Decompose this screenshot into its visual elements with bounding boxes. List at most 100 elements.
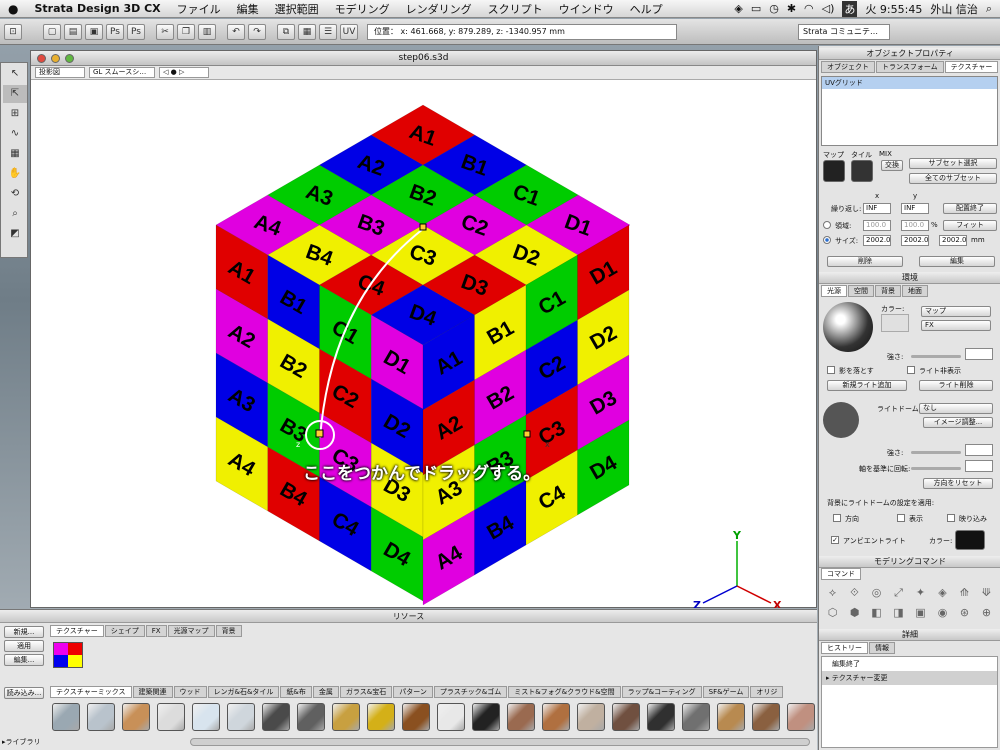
light-hide-checkbox[interactable]: [907, 366, 915, 374]
tab-ground[interactable]: 地面: [902, 285, 928, 297]
material-swatch[interactable]: [682, 703, 710, 731]
zoom-slider[interactable]: ◁ ● ▷: [159, 67, 209, 78]
tab-lightmap[interactable]: 光源マップ: [167, 625, 215, 637]
app-menu[interactable]: Strata Design 3D CX: [26, 2, 168, 15]
wifi-icon[interactable]: ◠: [804, 2, 814, 15]
modeling-command-icon[interactable]: ▣: [911, 604, 930, 621]
history-item-current[interactable]: ▸ テクスチャー変更: [822, 671, 997, 685]
modeling-command-icon[interactable]: ⟱: [977, 584, 996, 601]
area-x-input[interactable]: 100.0: [863, 220, 891, 231]
view-mode-select[interactable]: 投影図: [35, 67, 85, 78]
modeling-command-icon[interactable]: ⤢: [889, 584, 908, 601]
category-tab[interactable]: 建築関連: [132, 686, 173, 698]
category-tab[interactable]: ミスト&フォグ&クラウド&空間: [508, 686, 621, 698]
modeling-command-icon[interactable]: ⟐: [845, 584, 864, 601]
size-x-input[interactable]: 2002.0: [863, 235, 891, 246]
reset-direction-button[interactable]: 方向をリセット: [923, 478, 993, 489]
light-sphere[interactable]: [823, 302, 873, 352]
material-swatch[interactable]: [752, 703, 780, 731]
material-swatch[interactable]: [87, 703, 115, 731]
zoom-icon[interactable]: [65, 54, 74, 63]
rotate-axis-slider[interactable]: [911, 467, 961, 470]
uv-icon[interactable]: UV: [340, 23, 358, 40]
material-swatch[interactable]: [192, 703, 220, 731]
map-sphere-icon[interactable]: [823, 160, 845, 182]
material-swatch[interactable]: [332, 703, 360, 731]
menu-modeling[interactable]: モデリング: [327, 1, 398, 17]
modeling-command-icon[interactable]: ⟰: [955, 584, 974, 601]
modeling-command-icon[interactable]: ✦: [911, 584, 930, 601]
light-dome-select[interactable]: なし: [919, 403, 993, 414]
edit-button[interactable]: 編集: [919, 256, 995, 267]
duplicate-icon[interactable]: ⧉: [277, 23, 295, 40]
photoshop-export-icon[interactable]: Ps: [127, 23, 145, 40]
area-y-input[interactable]: 100.0: [901, 220, 929, 231]
new-resource-button[interactable]: 新規...: [4, 626, 44, 638]
reflection-checkbox[interactable]: [947, 514, 955, 522]
tab-texture-props[interactable]: テクスチャー: [944, 61, 999, 73]
cube-render[interactable]: A4A3A2A1B4B3B2B1C4C3C2C1D4D3D2D1A1B1C1D1…: [31, 81, 816, 612]
modeling-command-icon[interactable]: ⬢: [845, 604, 864, 621]
modeling-command-icon[interactable]: ⬡: [823, 604, 842, 621]
modeling-command-icon[interactable]: ⊕: [977, 604, 996, 621]
spotlight-icon[interactable]: ⌕: [986, 2, 992, 16]
modeling-command-icon[interactable]: ◉: [933, 604, 952, 621]
paste-icon[interactable]: ▥: [198, 23, 216, 40]
material-swatch[interactable]: [52, 703, 80, 731]
material-swatch[interactable]: [437, 703, 465, 731]
swap-button[interactable]: 交換: [881, 160, 903, 171]
tab-transform[interactable]: トランスフォーム: [876, 61, 944, 73]
repeat-y-input[interactable]: INF: [901, 203, 929, 214]
light-fx-select[interactable]: FX: [921, 320, 991, 331]
category-tab[interactable]: ガラス&宝石: [339, 686, 393, 698]
strength-input[interactable]: [965, 348, 993, 360]
tab-background[interactable]: 背景: [215, 625, 242, 637]
history-item[interactable]: 編集終了: [822, 657, 997, 671]
texture-list[interactable]: UVグリッド: [821, 76, 998, 146]
material-swatch[interactable]: [507, 703, 535, 731]
ambient-color-swatch[interactable]: [955, 530, 985, 550]
category-tab[interactable]: ウッド: [173, 686, 207, 698]
tab-info[interactable]: 情報: [869, 642, 895, 654]
size-z-input[interactable]: 2002.0: [939, 235, 967, 246]
minimize-icon[interactable]: [51, 54, 60, 63]
area-radio[interactable]: [823, 221, 831, 229]
material-swatch[interactable]: [297, 703, 325, 731]
material-swatch[interactable]: [402, 703, 430, 731]
zoom-tool-icon[interactable]: ⌕: [3, 205, 27, 223]
apple-icon[interactable]: ●: [0, 2, 26, 16]
save-icon[interactable]: ▣: [85, 23, 103, 40]
modeling-command-icon[interactable]: ◎: [867, 584, 886, 601]
redo-icon[interactable]: ↷: [248, 23, 266, 40]
material-swatch[interactable]: [612, 703, 640, 731]
group-icon[interactable]: ▦: [298, 23, 316, 40]
ime-indicator[interactable]: あ: [842, 0, 858, 17]
viewport-canvas[interactable]: A4 A3 A2 A1 B4 B3 B2 B1 C4 C3 C2 C1 D4 D3 D2 D1 A1 B1 C1 D1…: [31, 81, 816, 612]
modeling-command-icon[interactable]: ⊛: [955, 604, 974, 621]
modeling-command-icon[interactable]: ◈: [933, 584, 952, 601]
menu-rendering[interactable]: レンダリング: [398, 1, 480, 17]
modeling-command-icon[interactable]: ⟡: [823, 584, 842, 601]
tile-grid-icon[interactable]: [851, 160, 873, 182]
modeling-command-icon[interactable]: ◨: [889, 604, 908, 621]
show-checkbox[interactable]: [897, 514, 905, 522]
material-swatch[interactable]: [647, 703, 675, 731]
reshape-tool-icon[interactable]: ⇱: [3, 85, 27, 103]
material-swatch[interactable]: [717, 703, 745, 731]
user-name[interactable]: 外山 信治: [930, 1, 978, 17]
menu-help[interactable]: ヘルプ: [622, 1, 671, 17]
uv-grid-thumbnail[interactable]: [53, 642, 83, 668]
apply-resource-button[interactable]: 適用: [4, 640, 44, 652]
tab-light[interactable]: 光源: [821, 285, 847, 297]
subset-select[interactable]: サブセット選択: [909, 158, 997, 169]
resource-scrollbar[interactable]: [190, 738, 810, 746]
material-swatch[interactable]: [227, 703, 255, 731]
clock[interactable]: 火 9:55:45: [865, 1, 922, 17]
close-icon[interactable]: [37, 54, 46, 63]
align-icon[interactable]: ☰: [319, 23, 337, 40]
tab-background-env[interactable]: 背景: [875, 285, 901, 297]
tab-command[interactable]: コマンド: [821, 568, 861, 580]
material-swatch[interactable]: [542, 703, 570, 731]
menu-edit[interactable]: 編集: [229, 1, 267, 17]
category-tab[interactable]: 金属: [312, 686, 339, 698]
